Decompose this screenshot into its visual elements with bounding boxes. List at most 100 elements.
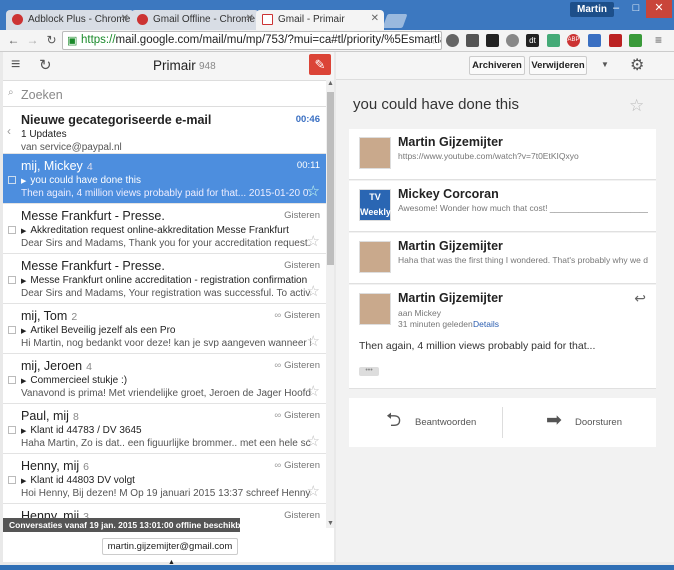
delete-button[interactable]: Verwijderen — [529, 56, 587, 75]
folder-title: Primair — [153, 58, 196, 73]
star-icon[interactable]: ☆ — [307, 382, 320, 400]
close-window-icon[interactable]: ✕ — [646, 0, 672, 18]
checkbox[interactable] — [8, 476, 16, 484]
list-item[interactable]: Henny, mij 6 ∞ Gisteren ▶ Klant id 44803 DV… — [3, 454, 326, 504]
thread-star-icon[interactable]: ☆ — [629, 96, 644, 116]
compose-button[interactable]: ✎ — [309, 54, 331, 75]
subject-text: Messe Frankfurt online accreditation - r… — [30, 275, 308, 286]
star-icon[interactable]: ☆ — [307, 432, 320, 450]
list-item-sender: mij, Tom 2 — [21, 309, 77, 323]
close-tab-icon[interactable]: ✕ — [121, 13, 129, 24]
scroll-up-arrow-icon[interactable]: ▲ — [327, 80, 334, 87]
scroll-down-arrow-icon[interactable]: ▼ — [327, 520, 334, 527]
thread-title: you could have done this — [353, 96, 519, 113]
refresh-icon[interactable]: ↻ — [39, 56, 52, 74]
star-icon[interactable]: ☆ — [307, 482, 320, 500]
puzzle-extension-icon[interactable] — [547, 34, 560, 47]
list-item-time: ∞ Gisteren — [274, 360, 320, 371]
adblock-extension-icon[interactable]: ABP — [567, 34, 580, 47]
reply-button[interactable]: ⮌ Beantwoorden — [349, 398, 499, 447]
back-icon[interactable]: ← — [6, 33, 21, 48]
search-input[interactable]: ⌕ Zoeken — [3, 81, 328, 107]
car-extension-icon[interactable] — [609, 34, 622, 47]
list-item-subject: ▶ Klant id 44783 / DV 3645 — [21, 425, 142, 436]
message-card[interactable]: Martin Gijzemijter Haha that was the fir… — [349, 233, 656, 284]
star-icon[interactable]: ☆ — [307, 282, 320, 300]
reload-icon[interactable]: ↻ — [44, 33, 59, 48]
checkbox[interactable] — [8, 326, 16, 334]
address-bar[interactable]: ▣ https://mail.google.com/mail/mu/mp/753… — [62, 31, 442, 50]
minimize-icon[interactable]: – — [606, 0, 626, 18]
list-item-time: ∞ Gisteren — [274, 410, 320, 421]
chevron-left-icon[interactable]: ‹ — [7, 124, 11, 138]
star-icon[interactable]: ☆ — [307, 332, 320, 350]
message-card[interactable]: Martin Gijzemijter https://www.youtube.c… — [349, 129, 656, 180]
list-item[interactable]: Messe Frankfurt - Presse. Gisteren ▶ Mess… — [3, 254, 326, 304]
list-item-snippet: Dear Sirs and Madams, Thank you for your… — [21, 238, 311, 249]
pocket-extension-icon[interactable] — [486, 34, 499, 47]
tab-strip: Adblock Plus - Chrome W... ✕ Gmail Offli… — [0, 0, 674, 30]
arrow-icon: ▶ — [21, 228, 27, 235]
new-tab-button[interactable] — [382, 14, 408, 28]
arrow-icon: ▶ — [21, 328, 27, 335]
list-item[interactable]: mij, Jeroen 4 ∞ Gisteren ▶ Commercieel stuk… — [3, 354, 326, 404]
account-switcher[interactable]: martin.gijzemijter@gmail.com ▲ — [102, 538, 238, 566]
list-item-time: ∞ Gisteren — [274, 310, 320, 321]
maximize-icon[interactable]: □ — [626, 0, 646, 18]
list-item-time: 00:46 — [295, 114, 320, 125]
chat-extension-icon[interactable] — [446, 34, 459, 47]
notes-extension-icon[interactable] — [466, 34, 479, 47]
settings-gear-icon[interactable]: ⚙ — [630, 55, 644, 75]
list-item[interactable]: Messe Frankfurt - Presse. Gisteren ▶ Akkr… — [3, 204, 326, 254]
dt-extension-icon[interactable]: dt — [526, 34, 539, 47]
show-trimmed-icon[interactable]: ••• — [359, 367, 379, 376]
forward-button[interactable]: ➡ Doorsturen — [506, 398, 656, 447]
search-placeholder: Zoeken — [21, 88, 63, 102]
hamburger-menu-icon[interactable]: ≡ — [11, 56, 20, 74]
sender-name: mij, Mickey — [21, 159, 83, 173]
bookmark-star-icon[interactable]: ☆ — [424, 33, 439, 48]
list-item[interactable]: Paul, mij 8 ∞ Gisteren ▶ Klant id 44783 / D… — [3, 404, 326, 454]
lastpass-extension-icon[interactable] — [629, 34, 642, 47]
avatar: TV Weekly — [359, 189, 391, 221]
clock-extension-icon[interactable] — [506, 34, 519, 47]
list-item[interactable]: mij, Tom 2 ∞ Gisteren ▶ Artikel Beveilig je… — [3, 304, 326, 354]
sender-name: Henny, mij — [21, 459, 80, 473]
tab-gmail-offline[interactable]: Gmail Offline - Chrome W... ✕ — [131, 10, 259, 30]
close-tab-icon[interactable]: ✕ — [371, 13, 379, 24]
reply-icon[interactable]: ↩ — [634, 290, 646, 307]
checkbox[interactable] — [8, 376, 16, 384]
forward-arrow-icon: ➡ — [546, 410, 562, 431]
list-item[interactable]: ‹ Nieuwe gecategoriseerde e-mail 00:46 1… — [3, 108, 326, 154]
gmail-icon — [262, 14, 273, 25]
star-icon[interactable]: ☆ — [307, 182, 320, 200]
conversation-toolbar: Archiveren Verwijderen ▼ ⚙ — [336, 52, 674, 80]
scrollbar-thumb[interactable] — [327, 92, 334, 265]
conversation-pane: Archiveren Verwijderen ▼ ⚙ you could hav… — [336, 52, 674, 562]
message-card[interactable]: TV Weekly Mickey Corcoran Awesome! Wonde… — [349, 181, 656, 232]
details-link[interactable]: Details — [473, 319, 499, 329]
calendar-extension-icon[interactable] — [588, 34, 601, 47]
checkbox[interactable] — [8, 176, 16, 184]
subject-text: Akkreditation request online-akkreditati… — [30, 225, 289, 236]
chrome-menu-icon[interactable]: ≡ — [651, 33, 666, 48]
list-item-snippet: Hi Martin, nog bedankt voor deze! kan je… — [21, 338, 311, 349]
close-tab-icon[interactable]: ✕ — [246, 13, 254, 24]
checkbox[interactable] — [8, 426, 16, 434]
list-item-sender: Henny, mij 6 — [21, 459, 89, 473]
more-dropdown-icon[interactable]: ▼ — [601, 60, 609, 69]
time-text: Gisteren — [284, 460, 320, 471]
list-item-sender: mij, Jeroen 4 — [21, 359, 92, 373]
forward-icon[interactable]: → — [25, 33, 40, 48]
checkbox[interactable] — [8, 276, 16, 284]
list-item-subject: ▶ Akkreditation request online-akkreditat… — [21, 225, 289, 236]
tab-adblock[interactable]: Adblock Plus - Chrome W... ✕ — [6, 10, 134, 30]
list-item-subject: 1 Updates — [21, 129, 67, 140]
list-item[interactable]: mij, Mickey 4 00:11 ▶ you could have done … — [3, 154, 326, 204]
checkbox[interactable] — [8, 226, 16, 234]
archive-button[interactable]: Archiveren — [469, 56, 525, 75]
reply-forward-bar: ⮌ Beantwoorden ➡ Doorsturen — [349, 398, 656, 447]
tab-gmail-primair[interactable]: Gmail - Primair ✕ — [256, 10, 384, 30]
star-icon[interactable]: ☆ — [307, 232, 320, 250]
message-list: ‹ Nieuwe gecategoriseerde e-mail 00:46 1… — [3, 108, 326, 528]
